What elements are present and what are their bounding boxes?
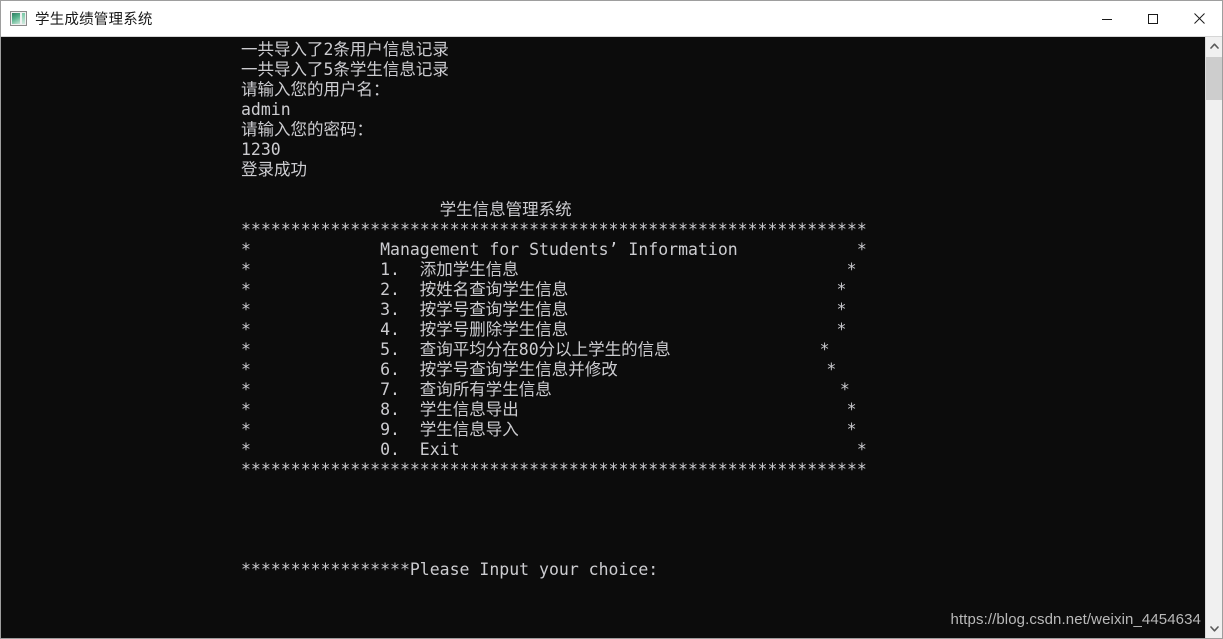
console-line: * Management for Students’ Information * — [241, 240, 867, 259]
console-app-icon-inner — [12, 13, 20, 24]
console-line: * 4. 按学号删除学生信息 * — [241, 320, 847, 339]
console-line: * 5. 查询平均分在80分以上学生的信息 * — [241, 340, 830, 359]
console-line: * 1. 添加学生信息 * — [241, 260, 857, 279]
console-line: 1230 — [241, 140, 281, 159]
scrollbar-track[interactable] — [1206, 55, 1222, 620]
vertical-scrollbar[interactable] — [1205, 37, 1222, 638]
console-line: 一共导入了2条用户信息记录 — [241, 40, 449, 59]
console-line: 学生信息管理系统 — [241, 200, 572, 219]
minimize-button[interactable] — [1084, 1, 1130, 36]
console-line: * 0. Exit * — [241, 440, 867, 459]
maximize-button[interactable] — [1130, 1, 1176, 36]
scroll-up-arrow-icon[interactable] — [1206, 37, 1222, 55]
console-line: * 8. 学生信息导出 * — [241, 400, 857, 419]
window-controls — [1084, 1, 1222, 36]
close-button[interactable] — [1176, 1, 1222, 36]
console-line: * 6. 按学号查询学生信息并修改 * — [241, 360, 837, 379]
scrollbar-thumb[interactable] — [1206, 57, 1222, 100]
application-window: 学生成绩管理系统 一共导入了2条用户信息记录 一共导入了5条学生信息记录 请输入… — [0, 0, 1223, 639]
console-text-buffer: 一共导入了2条用户信息记录 一共导入了5条学生信息记录 请输入您的用户名： admin… — [241, 40, 867, 580]
window-title: 学生成绩管理系统 — [35, 12, 153, 28]
console-line: admin — [241, 100, 291, 119]
title-bar[interactable]: 学生成绩管理系统 — [1, 1, 1222, 37]
console-line: *****************Please Input your choic… — [241, 560, 659, 579]
console-line: * 2. 按姓名查询学生信息 * — [241, 280, 847, 299]
console-line: ****************************************… — [241, 460, 867, 479]
console-app-icon — [10, 11, 27, 26]
watermark-text: https://blog.csdn.net/weixin_4454634 — [950, 611, 1201, 628]
console-line: * 7. 查询所有学生信息 * — [241, 380, 850, 399]
console-line: * 9. 学生信息导入 * — [241, 420, 857, 439]
console-line: 登录成功 — [241, 160, 307, 179]
console-line: 一共导入了5条学生信息记录 — [241, 60, 449, 79]
console-app-icon-bar — [22, 13, 25, 24]
console-line: ****************************************… — [241, 220, 867, 239]
console-line: 请输入您的用户名： — [241, 80, 390, 99]
scroll-down-arrow-icon[interactable] — [1206, 620, 1222, 638]
console-output-area[interactable]: 一共导入了2条用户信息记录 一共导入了5条学生信息记录 请输入您的用户名： admin… — [1, 37, 1222, 638]
console-line: 请输入您的密码： — [241, 120, 373, 139]
console-line: * 3. 按学号查询学生信息 * — [241, 300, 847, 319]
